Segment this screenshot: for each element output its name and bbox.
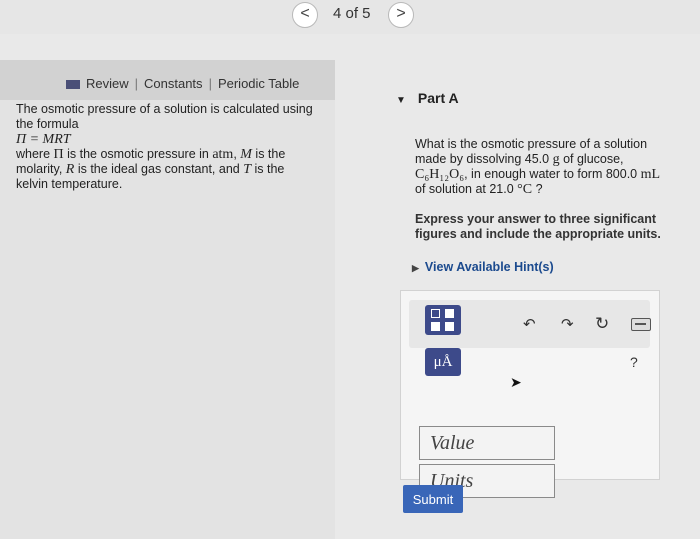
question-text: What is the osmotic pressure of a soluti… xyxy=(415,137,661,197)
part-title: Part A xyxy=(417,90,459,106)
reset-icon[interactable]: ↻ xyxy=(595,314,609,334)
page-counter: 4 of 5 xyxy=(333,5,371,22)
resource-toolbar: Review | Constants | Periodic Table xyxy=(66,76,299,91)
undo-icon[interactable]: ↶ xyxy=(523,315,536,333)
osmotic-formula: Π = MRT xyxy=(16,132,71,147)
caret-down-icon: ▼ xyxy=(396,95,406,106)
info-panel-header: Review | Constants | Periodic Table xyxy=(0,60,335,100)
template-icon-part xyxy=(431,322,440,331)
previous-button[interactable]: < xyxy=(292,2,318,28)
answer-box: μÅ ↶ ↷ ↻ ? xyxy=(400,290,660,498)
template-icon-part xyxy=(445,322,454,331)
view-hints-link[interactable]: ▶ View Available Hint(s) xyxy=(412,260,554,274)
submit-button[interactable]: Submit xyxy=(403,485,463,513)
review-link[interactable]: Review xyxy=(86,76,129,91)
answer-instructions: Express your answer to three significant… xyxy=(415,212,661,241)
mouse-pointer-icon: ➤ xyxy=(510,374,522,390)
constants-link[interactable]: Constants xyxy=(144,76,203,91)
keyboard-icon[interactable] xyxy=(631,318,651,331)
template-icon xyxy=(431,309,440,318)
main-content: Review | Constants | Periodic Table The osmo… xyxy=(0,34,700,539)
units-symbol-button[interactable]: μÅ xyxy=(425,348,461,376)
value-input[interactable] xyxy=(419,426,555,460)
info-panel: Review | Constants | Periodic Table The osmo… xyxy=(0,60,335,539)
help-icon[interactable]: ? xyxy=(630,354,638,370)
periodic-table-link[interactable]: Periodic Table xyxy=(218,76,299,91)
separator: | xyxy=(208,76,212,91)
template-icon-part xyxy=(445,309,454,318)
next-button[interactable]: > xyxy=(388,2,414,28)
hint-label: View Available Hint(s) xyxy=(424,260,554,274)
part-a-toggle[interactable]: ▼ Part A xyxy=(396,90,459,106)
caret-right-icon: ▶ xyxy=(412,263,419,273)
templates-button[interactable] xyxy=(425,305,461,335)
book-icon xyxy=(66,80,80,90)
top-navigation-bar: < 4 of 5 > xyxy=(0,0,700,34)
intro-text: The osmotic pressure of a solution is ca… xyxy=(16,102,316,192)
intro-definitions: where Π is the osmotic pressure in atm, … xyxy=(16,147,286,191)
separator: | xyxy=(134,76,139,91)
intro-line: The osmotic pressure of a solution is ca… xyxy=(16,102,313,131)
redo-icon[interactable]: ↷ xyxy=(561,315,574,333)
